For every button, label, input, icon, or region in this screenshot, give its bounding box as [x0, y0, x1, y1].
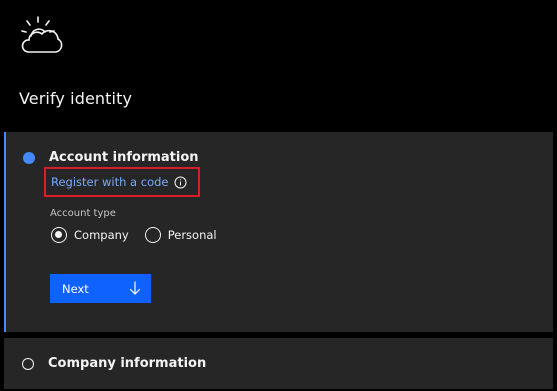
arrow-down-icon — [129, 281, 141, 295]
radio-button-checked[interactable] — [51, 227, 67, 243]
step-company-information[interactable]: Company information — [4, 338, 553, 389]
next-button[interactable]: Next — [50, 274, 151, 303]
radio-label-personal: Personal — [167, 228, 217, 242]
radio-personal[interactable]: Personal — [144, 227, 217, 243]
radio-company[interactable]: Company — [51, 227, 129, 243]
page-title: Verify identity — [19, 89, 133, 108]
radio-label-company: Company — [74, 228, 129, 242]
step-indicator-incomplete — [22, 358, 34, 370]
step-title: Company information — [48, 356, 207, 371]
step-account-information: Account information Register with a code… — [4, 132, 553, 332]
register-with-code-link[interactable]: Register with a code — [51, 175, 187, 189]
step-title: Account information — [49, 150, 199, 165]
account-type-radio-group: Company Personal — [51, 227, 217, 243]
step-indicator-current — [23, 152, 35, 164]
account-type-label: Account type — [50, 208, 116, 219]
register-link-label: Register with a code — [51, 175, 169, 189]
cloud-sun-icon — [21, 16, 63, 53]
highlight-box: Register with a code — [44, 167, 200, 197]
info-icon[interactable] — [174, 176, 187, 189]
radio-button-unchecked[interactable] — [144, 227, 161, 243]
next-button-label: Next — [62, 281, 89, 296]
